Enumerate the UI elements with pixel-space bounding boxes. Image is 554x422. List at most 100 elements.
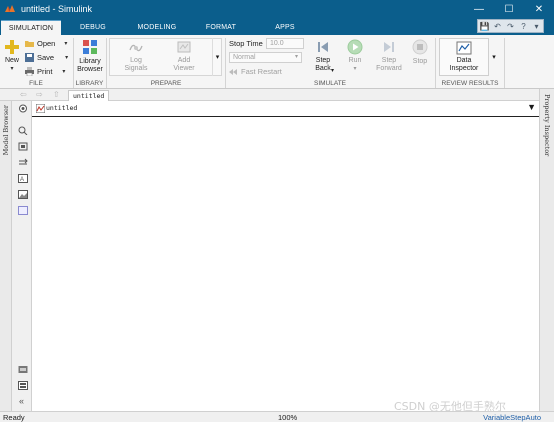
stop-time-field[interactable]: 10.0 <box>266 38 304 49</box>
property-inspector-label[interactable]: Property Inspector <box>543 94 551 156</box>
chevron-down-icon: ▾ <box>215 54 220 61</box>
solver-link[interactable]: VariableStepAuto <box>483 413 541 422</box>
ribbon: New ▾ Open ▾ Save ▾ Print ▾ FILE Library… <box>0 35 554 89</box>
zoom-icon[interactable] <box>18 126 28 135</box>
step-back-label-1: Step <box>315 57 331 64</box>
print-button[interactable]: Print ▾ <box>25 67 65 76</box>
title-bar: untitled - Simulink — ☐ ✕ <box>0 0 554 18</box>
area-icon[interactable] <box>18 206 28 215</box>
collapse-palette-icon[interactable]: « <box>19 396 24 406</box>
data-inspector-label-2: Inspector <box>449 65 479 72</box>
run-button[interactable]: Run ▾ <box>341 39 369 73</box>
tab-debug[interactable]: DEBUG <box>61 20 125 35</box>
add-viewer-button[interactable]: Add Viewer <box>166 40 202 73</box>
model-browser-strip[interactable]: Model Browser <box>0 101 12 411</box>
log-signals-label-2: Signals <box>124 65 148 72</box>
new-label: New <box>4 57 19 64</box>
fast-restart-toggle[interactable]: Fast Restart <box>229 67 282 76</box>
run-label: Run <box>348 57 362 64</box>
model-icon <box>36 104 45 113</box>
simulation-mode-select[interactable]: Normal ▾ <box>229 52 302 63</box>
step-forward-icon <box>384 42 394 52</box>
model-data-icon[interactable] <box>18 365 28 374</box>
save-icon <box>25 53 34 62</box>
new-button[interactable]: New ▾ <box>2 39 22 73</box>
chevron-down-icon[interactable]: ▾ <box>64 40 67 47</box>
model-browser-label[interactable]: Model Browser <box>2 105 10 155</box>
watermark: CSDN @无他但手熟尔 <box>394 400 506 413</box>
arrow-icon[interactable] <box>18 158 28 167</box>
ribbon-tab-strip: SIMULATION DEBUG MODELING FORMAT APPS 💾 … <box>0 18 554 35</box>
chevron-down-icon[interactable]: ▾ <box>331 67 334 75</box>
folder-icon <box>25 41 34 47</box>
stop-time-text: Stop Time <box>229 39 263 48</box>
log-signals-button[interactable]: Log Signals <box>118 40 154 73</box>
stop-time-label: Stop Time <box>229 39 263 48</box>
fit-to-view-icon[interactable] <box>18 142 28 151</box>
library-browser-label-1: Library <box>79 58 101 65</box>
chevron-down-icon[interactable]: ▼ <box>527 102 536 112</box>
navigation-bar: ⇦ ⇨ ⇧ untitled <box>0 89 554 101</box>
chevron-down-icon[interactable]: ▾ <box>530 20 543 32</box>
step-back-label-2: Back <box>315 65 331 72</box>
stop-button[interactable]: Stop <box>407 39 433 66</box>
back-arrow-icon[interactable]: ⇦ <box>20 90 27 99</box>
chevron-down-icon[interactable]: ▾ <box>10 65 13 73</box>
add-viewer-label-2: Viewer <box>173 65 195 72</box>
library-browser-icon <box>83 40 97 54</box>
add-viewer-label-1: Add <box>177 57 191 64</box>
review-group-label: REVIEW RESULTS <box>441 80 499 87</box>
save-button[interactable]: Save ▾ <box>25 53 68 62</box>
model-canvas[interactable] <box>32 117 539 411</box>
help-icon[interactable]: ? <box>517 20 530 32</box>
property-inspector-strip[interactable]: Property Inspector <box>539 89 554 411</box>
minimize-button[interactable]: — <box>464 0 494 18</box>
separator <box>504 38 505 88</box>
undo-icon[interactable]: ↶ <box>491 20 504 32</box>
image-icon[interactable] <box>18 190 28 199</box>
chevron-down-icon[interactable]: ▾ <box>65 54 68 61</box>
quick-access-toolbar: 💾 ↶ ↷ ? ▾ <box>477 19 544 33</box>
tab-modeling[interactable]: MODELING <box>125 20 189 35</box>
step-back-icon <box>318 42 328 52</box>
tab-apps[interactable]: APPS <box>253 20 317 35</box>
add-viewer-icon <box>177 41 191 53</box>
review-expand-button[interactable]: ▾ <box>489 38 499 76</box>
model-tab[interactable]: untitled <box>68 90 110 101</box>
data-inspector-icon <box>456 41 472 55</box>
chevron-down-icon[interactable]: ▾ <box>62 68 65 75</box>
save-icon[interactable]: 💾 <box>478 20 491 32</box>
tab-format[interactable]: FORMAT <box>189 20 253 35</box>
step-forward-button[interactable]: Step Forward <box>372 40 406 73</box>
up-arrow-icon[interactable]: ⇧ <box>53 90 60 99</box>
printer-icon <box>25 67 34 76</box>
tool-palette: A « <box>12 101 32 411</box>
tab-simulation[interactable]: SIMULATION <box>1 20 61 35</box>
property-icon[interactable] <box>18 381 28 390</box>
hide-show-explorer-icon[interactable] <box>18 104 28 113</box>
status-text: Ready <box>3 413 25 422</box>
forward-arrow-icon[interactable]: ⇨ <box>36 90 43 99</box>
log-signals-label-1: Log <box>130 57 142 64</box>
open-label: Open <box>37 39 56 48</box>
maximize-button[interactable]: ☐ <box>494 0 524 18</box>
simulate-group-label: SIMULATE <box>313 80 347 87</box>
open-button[interactable]: Open ▾ <box>25 39 67 48</box>
model-path[interactable]: untitled <box>46 104 77 112</box>
chevron-down-icon[interactable]: ▾ <box>353 65 356 73</box>
step-forward-label-1: Step <box>381 57 397 64</box>
redo-icon[interactable]: ↷ <box>504 20 517 32</box>
explorer-bar: untitled ▼ <box>32 101 539 117</box>
fast-restart-icon <box>229 69 237 75</box>
file-group-label: FILE <box>29 80 43 87</box>
data-inspector-button[interactable]: Data Inspector <box>439 38 489 76</box>
library-browser-button[interactable]: Library Browser <box>75 39 105 74</box>
svg-text:A: A <box>20 177 24 183</box>
prepare-group-label: PREPARE <box>150 80 182 87</box>
annotation-icon[interactable]: A <box>18 174 28 183</box>
step-back-button[interactable]: Step Back ▾ <box>309 40 337 75</box>
simulink-app-icon <box>5 5 15 12</box>
gallery-expand-button[interactable]: ▾ <box>212 38 222 76</box>
close-button[interactable]: ✕ <box>524 0 554 18</box>
new-icon <box>5 40 19 54</box>
